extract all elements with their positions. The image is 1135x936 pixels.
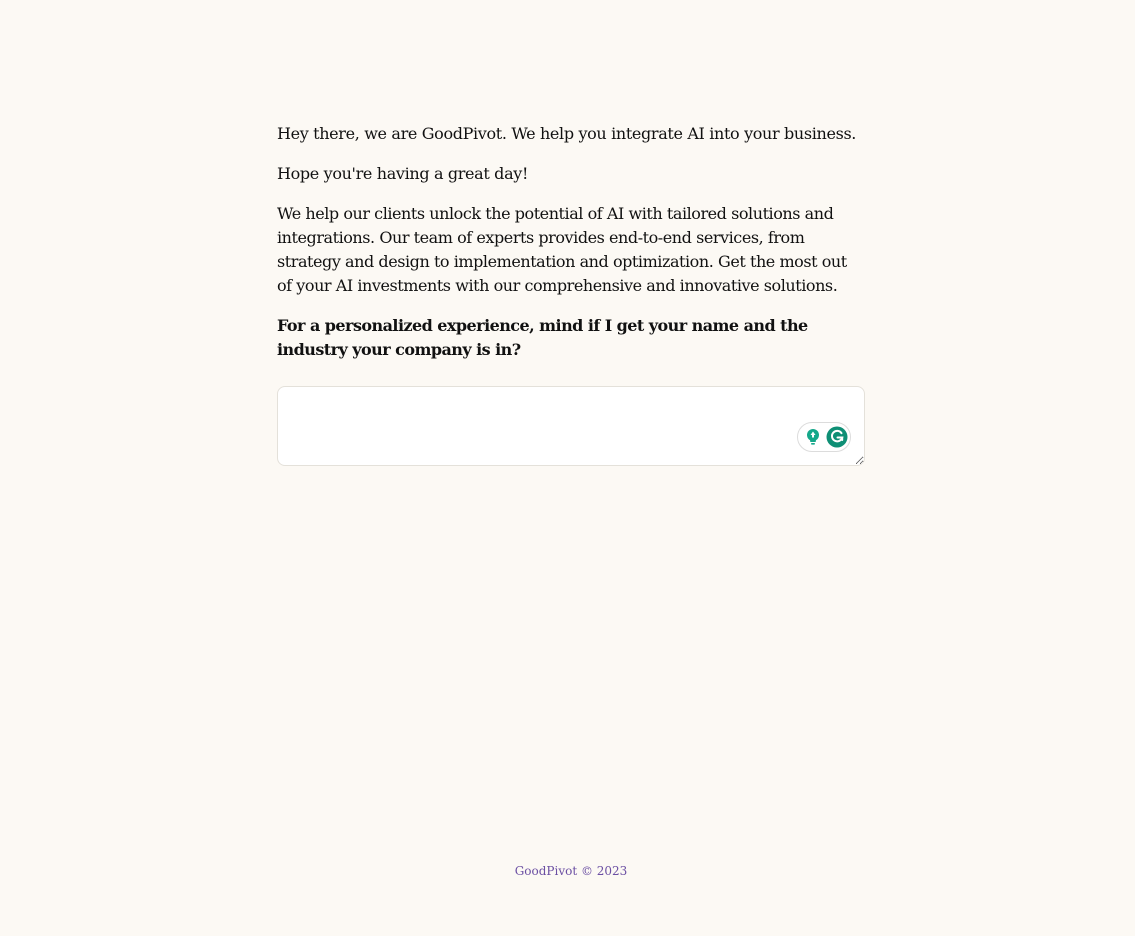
answer-input-wrapper <box>277 386 865 466</box>
company-description: We help our clients unlock the potential… <box>277 204 847 295</box>
writing-assistant-widget[interactable] <box>797 422 851 452</box>
greeting-text: Hey there, we are GoodPivot. We help you… <box>277 124 857 143</box>
page: Hey there, we are GoodPivot. We help you… <box>0 0 1135 936</box>
chat-content: Hey there, we are GoodPivot. We help you… <box>277 122 865 466</box>
footer-copyright: GoodPivot © 2023 <box>514 864 628 878</box>
lightbulb-icon[interactable] <box>804 428 822 446</box>
well-wishes-text: Hope you're having a great day! <box>277 164 529 183</box>
grammarly-icon[interactable] <box>826 426 848 448</box>
question-prompt: For a personalized experience, mind if I… <box>277 316 808 359</box>
answer-input[interactable] <box>277 386 865 466</box>
